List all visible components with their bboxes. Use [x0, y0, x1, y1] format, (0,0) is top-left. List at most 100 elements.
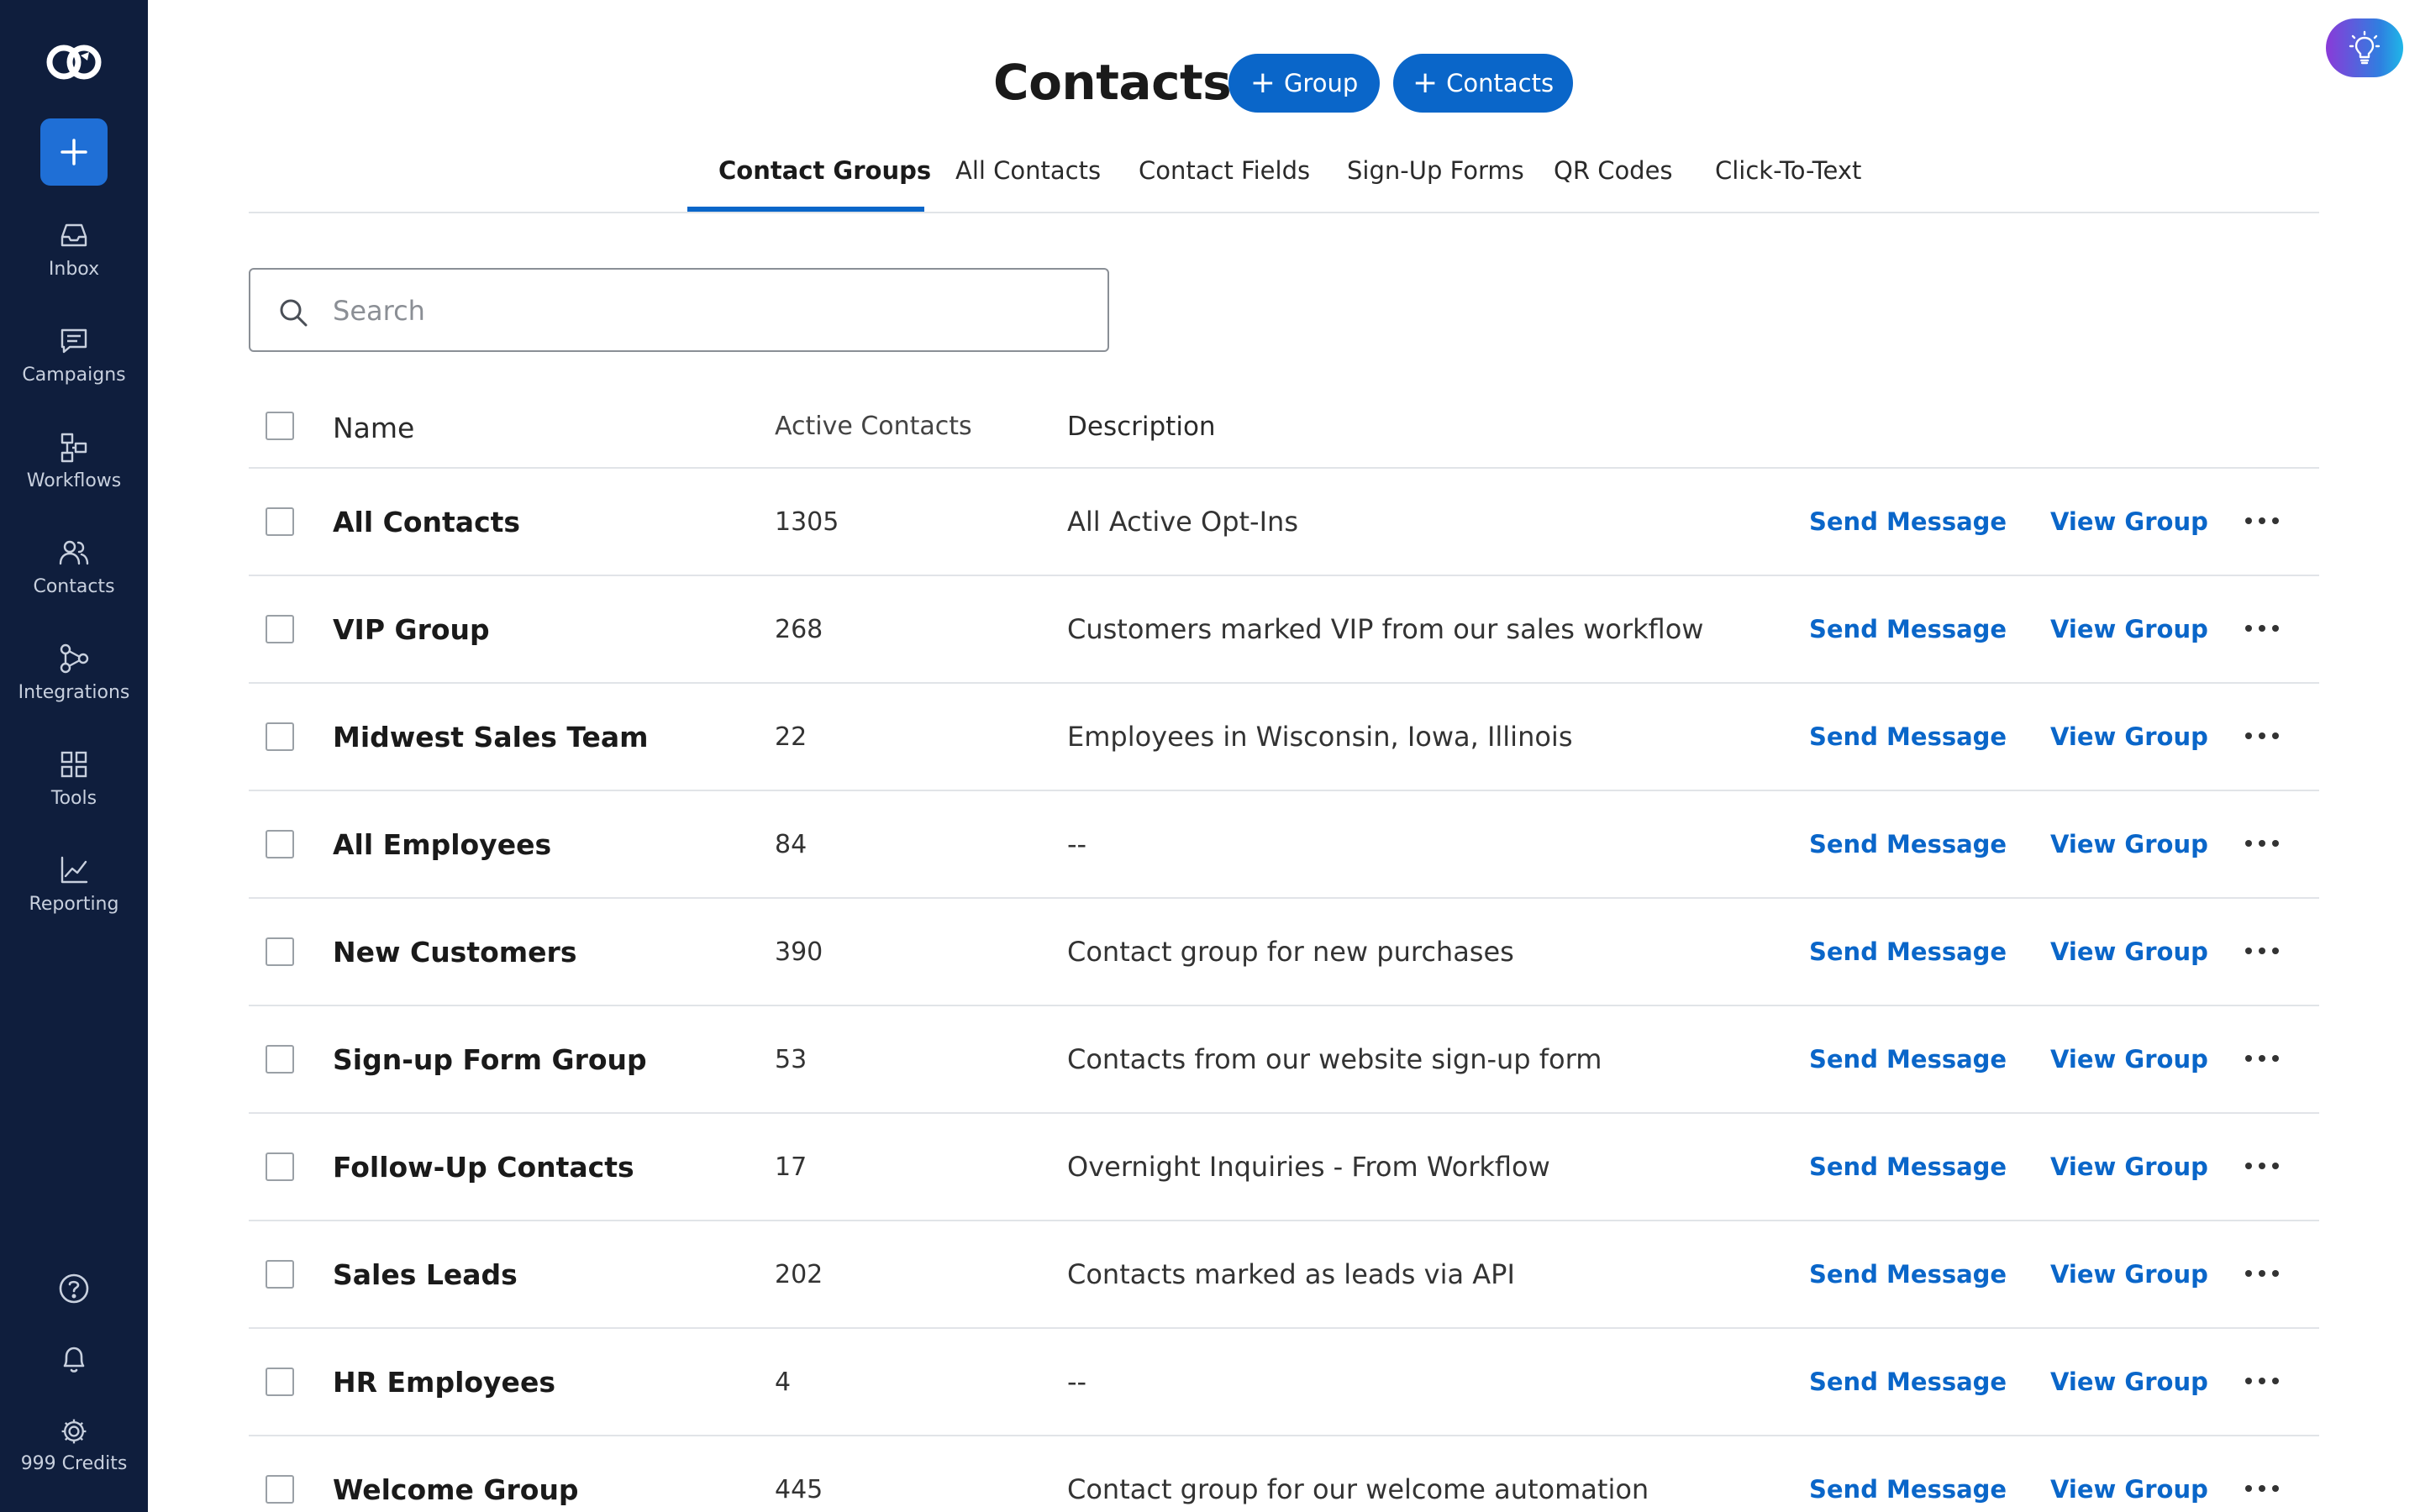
send-message-link[interactable]: Send Message — [1809, 615, 2007, 643]
tips-button[interactable] — [2326, 18, 2403, 77]
group-name[interactable]: All Employees — [333, 828, 551, 861]
send-message-link[interactable]: Send Message — [1809, 1045, 2007, 1074]
view-group-link[interactable]: View Group — [2050, 830, 2208, 858]
tab-click-to-text[interactable]: Click-To-Text — [1715, 156, 1861, 185]
add-group-button[interactable]: + Group — [1228, 54, 1380, 113]
group-name[interactable]: VIP Group — [333, 613, 490, 646]
sidebar-item-reporting[interactable]: Reporting — [0, 853, 148, 937]
help-circle-icon[interactable] — [57, 1272, 91, 1305]
sidebar-item-label: Campaigns — [22, 365, 126, 386]
more-options-icon[interactable] — [2245, 840, 2279, 850]
sidebar-item-contacts[interactable]: Contacts — [0, 536, 148, 620]
table-row[interactable]: Welcome Group 445 Contact group for our … — [249, 1436, 2319, 1512]
group-description: Contacts from our website sign-up form — [1067, 1043, 1602, 1075]
column-header-active-contacts[interactable]: Active Contacts — [775, 412, 972, 441]
tab-sign-up-forms[interactable]: Sign-Up Forms — [1347, 156, 1524, 185]
search-input[interactable] — [333, 286, 1089, 335]
sidebar-item-workflows[interactable]: Workflows — [0, 430, 148, 514]
row-checkbox[interactable] — [266, 1045, 294, 1074]
group-name[interactable]: HR Employees — [333, 1366, 555, 1399]
view-group-link[interactable]: View Group — [2050, 1368, 2208, 1396]
group-name[interactable]: New Customers — [333, 936, 576, 969]
select-all-checkbox[interactable] — [266, 412, 294, 440]
row-checkbox[interactable] — [266, 507, 294, 536]
group-name[interactable]: Follow-Up Contacts — [333, 1151, 634, 1184]
tab-qr-codes[interactable]: QR Codes — [1554, 156, 1673, 185]
tab-contact-groups[interactable]: Contact Groups — [718, 156, 931, 185]
sidebar-item-inbox[interactable]: Inbox — [0, 218, 148, 302]
group-name[interactable]: All Contacts — [333, 506, 520, 538]
row-checkbox[interactable] — [266, 937, 294, 966]
send-message-link[interactable]: Send Message — [1809, 722, 2007, 751]
more-options-icon[interactable] — [2245, 1485, 2279, 1495]
table-row[interactable]: Sales Leads 202 Contacts marked as leads… — [249, 1221, 2319, 1329]
group-name[interactable]: Sales Leads — [333, 1258, 518, 1291]
table-row[interactable]: Sign-up Form Group 53 Contacts from our … — [249, 1006, 2319, 1114]
compose-button[interactable] — [40, 118, 108, 186]
more-options-icon[interactable] — [2245, 732, 2279, 743]
more-options-icon[interactable] — [2245, 1163, 2279, 1173]
view-group-link[interactable]: View Group — [2050, 1260, 2208, 1289]
add-contacts-button[interactable]: + Contacts — [1393, 54, 1573, 113]
group-description: Contact group for new purchases — [1067, 936, 1514, 968]
table-row[interactable]: All Contacts 1305 All Active Opt-Ins Sen… — [249, 469, 2319, 576]
group-name[interactable]: Midwest Sales Team — [333, 721, 649, 753]
table-row[interactable]: HR Employees 4 -- Send Message View Grou… — [249, 1329, 2319, 1436]
table-row[interactable]: VIP Group 268 Customers marked VIP from … — [249, 576, 2319, 684]
group-name[interactable]: Welcome Group — [333, 1473, 579, 1506]
row-checkbox[interactable] — [266, 615, 294, 643]
send-message-link[interactable]: Send Message — [1809, 1152, 2007, 1181]
share-nodes-icon — [60, 643, 89, 674]
table-row[interactable]: All Employees 84 -- Send Message View Gr… — [249, 791, 2319, 899]
more-options-icon[interactable] — [2245, 1270, 2279, 1280]
table-row[interactable]: Follow-Up Contacts 17 Overnight Inquirie… — [249, 1114, 2319, 1221]
users-icon — [59, 540, 89, 565]
more-options-icon[interactable] — [2245, 1055, 2279, 1065]
row-checkbox[interactable] — [266, 722, 294, 751]
send-message-link[interactable]: Send Message — [1809, 507, 2007, 536]
view-group-link[interactable]: View Group — [2050, 1045, 2208, 1074]
more-options-icon[interactable] — [2245, 517, 2279, 528]
tab-contact-fields[interactable]: Contact Fields — [1139, 156, 1310, 185]
group-name[interactable]: Sign-up Form Group — [333, 1043, 647, 1076]
more-options-icon[interactable] — [2245, 625, 2279, 635]
view-group-link[interactable]: View Group — [2050, 722, 2208, 751]
contact-groups-table: Name Active Contacts Description All Con… — [249, 386, 2319, 1512]
sidebar-item-tools[interactable]: Tools — [0, 748, 148, 832]
column-header-description: Description — [1067, 412, 1216, 442]
active-contacts-count: 4 — [775, 1368, 792, 1397]
send-message-link[interactable]: Send Message — [1809, 1368, 2007, 1396]
tab-bar: Contact Groups All Contacts Contact Fiel… — [249, 153, 2319, 213]
credits-settings[interactable]: 999 Credits — [0, 1416, 148, 1474]
view-group-link[interactable]: View Group — [2050, 937, 2208, 966]
view-group-link[interactable]: View Group — [2050, 615, 2208, 643]
send-message-link[interactable]: Send Message — [1809, 1260, 2007, 1289]
row-checkbox[interactable] — [266, 1260, 294, 1289]
table-row[interactable]: Midwest Sales Team 22 Employees in Wisco… — [249, 684, 2319, 791]
view-group-link[interactable]: View Group — [2050, 507, 2208, 536]
bell-icon[interactable] — [57, 1342, 91, 1376]
group-description: Overnight Inquiries - From Workflow — [1067, 1151, 1550, 1183]
view-group-link[interactable]: View Group — [2050, 1152, 2208, 1181]
active-contacts-count: 1305 — [775, 507, 839, 537]
sync-logo-icon[interactable] — [42, 37, 106, 87]
row-checkbox[interactable] — [266, 1475, 294, 1504]
view-group-link[interactable]: View Group — [2050, 1475, 2208, 1504]
send-message-link[interactable]: Send Message — [1809, 830, 2007, 858]
send-message-link[interactable]: Send Message — [1809, 1475, 2007, 1504]
table-row[interactable]: New Customers 390 Contact group for new … — [249, 899, 2319, 1006]
column-header-name[interactable]: Name — [333, 412, 414, 444]
row-checkbox[interactable] — [266, 1152, 294, 1181]
group-description: All Active Opt-Ins — [1067, 506, 1298, 538]
more-options-icon[interactable] — [2245, 948, 2279, 958]
row-checkbox[interactable] — [266, 830, 294, 858]
row-checkbox[interactable] — [266, 1368, 294, 1396]
sidebar-item-campaigns[interactable]: Campaigns — [0, 324, 148, 408]
table-body: All Contacts 1305 All Active Opt-Ins Sen… — [249, 469, 2319, 1512]
tab-all-contacts[interactable]: All Contacts — [955, 156, 1101, 185]
sidebar-item-integrations[interactable]: Integrations — [0, 642, 148, 726]
send-message-link[interactable]: Send Message — [1809, 937, 2007, 966]
gear-icon — [61, 1419, 87, 1444]
more-options-icon[interactable] — [2245, 1378, 2279, 1388]
search-box[interactable] — [249, 268, 1109, 352]
